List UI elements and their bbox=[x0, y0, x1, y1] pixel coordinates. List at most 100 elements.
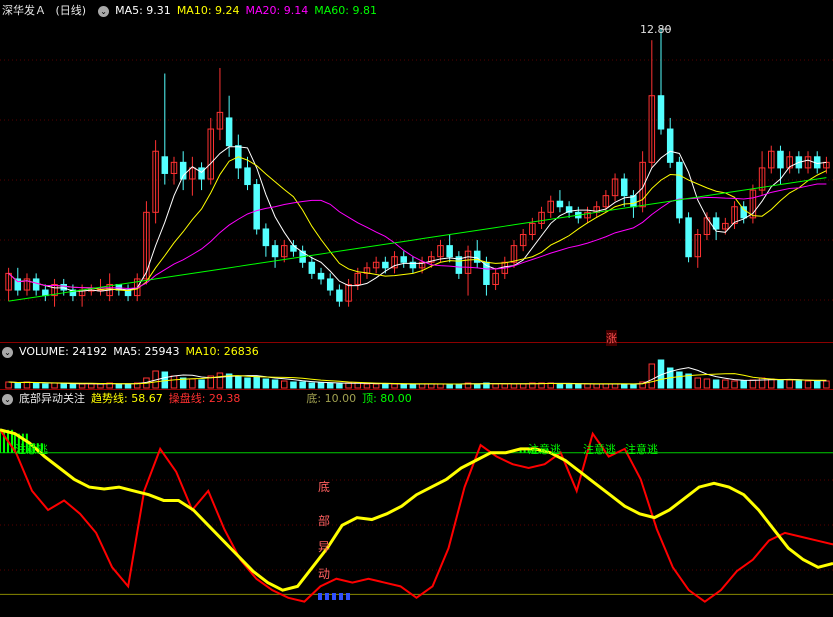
volume-bar bbox=[308, 382, 316, 389]
candle-body bbox=[271, 245, 279, 258]
ma60-label: MA60: 9.81 bbox=[314, 4, 377, 17]
candle-body bbox=[676, 161, 683, 219]
volume-bar bbox=[712, 379, 720, 389]
volume-bar bbox=[501, 383, 509, 389]
volume-bar bbox=[336, 383, 343, 389]
candle-body bbox=[60, 283, 67, 291]
candle-body bbox=[382, 261, 389, 269]
volume-bar bbox=[271, 379, 279, 389]
volume-bar bbox=[620, 383, 628, 389]
volume-bar bbox=[694, 377, 702, 389]
main-panel-header: 深华发Ａ (日线) ⌄ MA5: 9.31 MA10: 9.24 MA20: 9.14 M… bbox=[2, 3, 383, 19]
volume-bar bbox=[813, 380, 821, 389]
candle-body bbox=[336, 289, 343, 302]
volume-bar bbox=[473, 383, 481, 389]
candle-body bbox=[308, 261, 316, 274]
volume-bar bbox=[51, 382, 58, 389]
candle-body bbox=[42, 289, 49, 297]
volume-bar bbox=[804, 380, 812, 389]
top-level-label: 顶: 80.00 bbox=[362, 392, 412, 405]
volume-bar bbox=[42, 383, 49, 389]
volume-label: VOLUME: 24192 bbox=[19, 345, 108, 358]
escape-label-2: 注意逃 bbox=[528, 443, 561, 456]
volume-bar bbox=[409, 383, 417, 389]
bottom-signal-bar bbox=[346, 593, 350, 600]
volume-bar bbox=[749, 379, 757, 389]
candle-body bbox=[740, 206, 747, 219]
candle-body bbox=[446, 245, 453, 258]
volume-bar bbox=[382, 383, 389, 389]
candle-body bbox=[32, 278, 40, 291]
bottom-signal-bar bbox=[332, 593, 336, 600]
volume-ma5-label: MA5: 25943 bbox=[113, 345, 180, 358]
stock-name: 深华发Ａ (日线) bbox=[2, 4, 87, 17]
candle-body bbox=[777, 150, 784, 169]
bottom-signal-char-4: 动 bbox=[318, 567, 331, 581]
candle-body bbox=[657, 95, 665, 130]
volume-bar bbox=[391, 383, 398, 389]
volume-bar bbox=[428, 383, 435, 389]
bottom-signal-char-2: 部 bbox=[318, 514, 331, 528]
volume-bar bbox=[722, 379, 729, 389]
volume-bar bbox=[189, 378, 196, 389]
volume-bar bbox=[510, 383, 518, 389]
volume-bar bbox=[372, 383, 380, 389]
escape-label-4: 注意逃 bbox=[625, 443, 658, 456]
settings-circle-icon[interactable]: ⌄ bbox=[98, 5, 110, 17]
volume-bar bbox=[290, 381, 297, 389]
volume-bar bbox=[768, 378, 775, 389]
volume-bar bbox=[400, 383, 407, 389]
chart-canvas[interactable] bbox=[0, 0, 833, 617]
volume-bar bbox=[60, 383, 67, 389]
volume-settings-icon[interactable]: ⌄ bbox=[2, 346, 13, 358]
indicator-panel-header: ⌄ 底部异动关注 趋势线: 58.67 操盘线: 29.38 底: 10.00 顶: 80… bbox=[2, 391, 418, 407]
candle-body bbox=[198, 167, 205, 180]
escape-label-3: 注意逃 bbox=[583, 443, 616, 456]
ma10-label: MA10: 9.24 bbox=[176, 4, 240, 17]
volume-bar bbox=[611, 383, 619, 389]
volume-bar bbox=[299, 381, 306, 389]
candle-body bbox=[244, 167, 251, 186]
volume-bar bbox=[556, 383, 564, 389]
volume-bar bbox=[253, 375, 260, 389]
indicator-settings-icon[interactable]: ⌄ bbox=[2, 393, 13, 405]
volume-bar bbox=[519, 383, 527, 389]
volume-bar bbox=[823, 380, 830, 389]
trend-line bbox=[0, 428, 833, 592]
control-line-label: 操盘线: 29.38 bbox=[168, 392, 241, 405]
volume-bar bbox=[115, 383, 123, 389]
volume-bar bbox=[676, 371, 683, 389]
stock-chart-window: 深华发Ａ (日线) ⌄ MA5: 9.31 MA10: 9.24 MA20: 9.14 M… bbox=[0, 0, 833, 617]
volume-bar bbox=[363, 383, 371, 389]
trend-line-label: 趋势线: 58.67 bbox=[91, 392, 163, 405]
candle-body bbox=[253, 184, 260, 230]
volume-panel-header: ⌄ VOLUME: 24192 MA5: 25943 MA10: 26836 bbox=[2, 344, 265, 360]
volume-bar bbox=[565, 383, 573, 389]
volume-bar bbox=[317, 382, 325, 389]
volume-bar bbox=[345, 382, 352, 389]
volume-bar bbox=[97, 383, 104, 389]
candle-body bbox=[666, 128, 674, 163]
ma20-label: MA20: 9.14 bbox=[245, 4, 309, 17]
bottom-signal-char-1: 底 bbox=[318, 480, 331, 494]
bottom-signal-bar bbox=[318, 593, 322, 600]
volume-bar bbox=[216, 372, 224, 389]
volume-bar bbox=[777, 379, 784, 389]
volume-bar bbox=[437, 383, 444, 389]
candle-body bbox=[556, 200, 564, 208]
zhang-badge[interactable]: 涨 bbox=[606, 330, 617, 346]
bottom-signal-bar bbox=[339, 593, 343, 600]
volume-bar bbox=[198, 379, 205, 389]
bottom-signal-char-3: 异 bbox=[318, 540, 331, 554]
volume-bar bbox=[731, 380, 738, 389]
candle-body bbox=[473, 250, 481, 263]
volume-bar bbox=[244, 377, 251, 389]
control-line bbox=[0, 429, 833, 603]
volume-bar bbox=[5, 381, 12, 389]
volume-bar bbox=[492, 383, 499, 389]
volume-bar bbox=[446, 383, 453, 389]
volume-bar bbox=[630, 383, 637, 389]
volume-bar bbox=[602, 383, 610, 389]
volume-bar bbox=[786, 379, 793, 389]
volume-bar bbox=[354, 382, 362, 389]
